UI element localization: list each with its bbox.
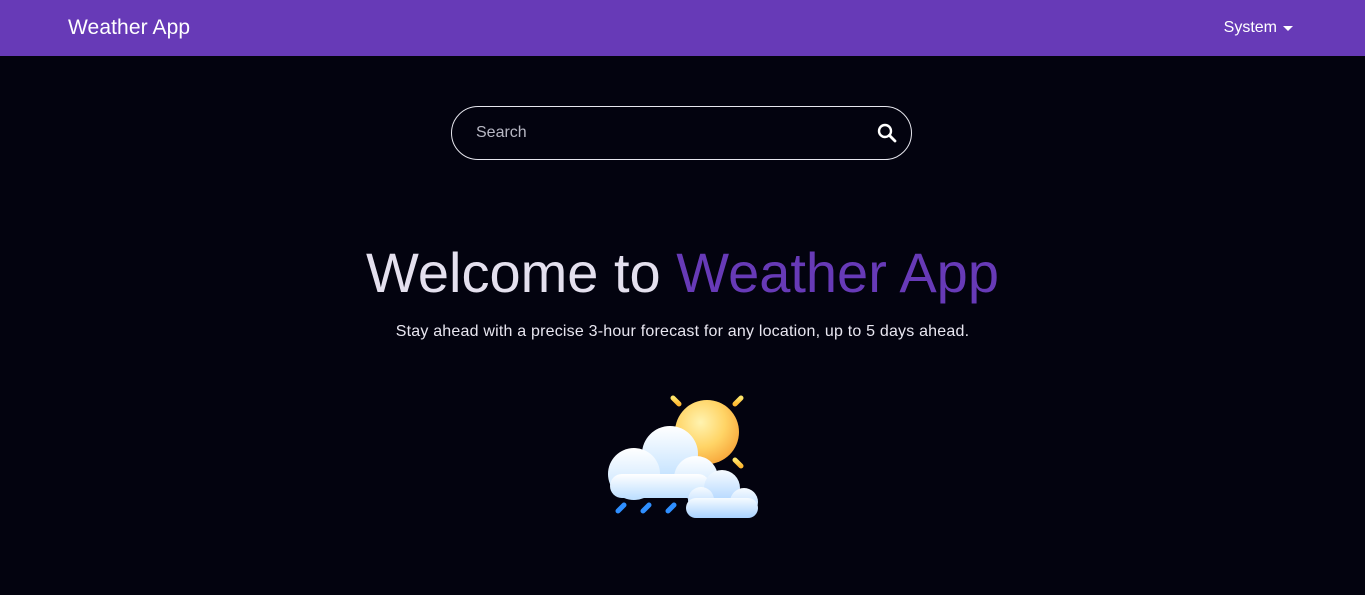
hero-title-accent: Weather App [676,241,999,304]
theme-menu-button[interactable]: System [1224,16,1293,40]
sun-behind-rain-cloud-icon [600,378,765,526]
hero-title: Welcome to Weather App [0,238,1365,308]
search-box [451,106,912,160]
search-icon[interactable] [875,121,899,145]
hero-subtitle: Stay ahead with a precise 3-hour forecas… [395,323,970,340]
app-title[interactable]: Weather App [68,14,190,42]
theme-menu-label: System [1223,19,1277,36]
hero-title-prefix: Welcome to [366,241,661,304]
caret-down-icon [1283,25,1293,31]
search-input[interactable] [476,107,856,159]
app-bar: Weather App System [0,0,1365,56]
